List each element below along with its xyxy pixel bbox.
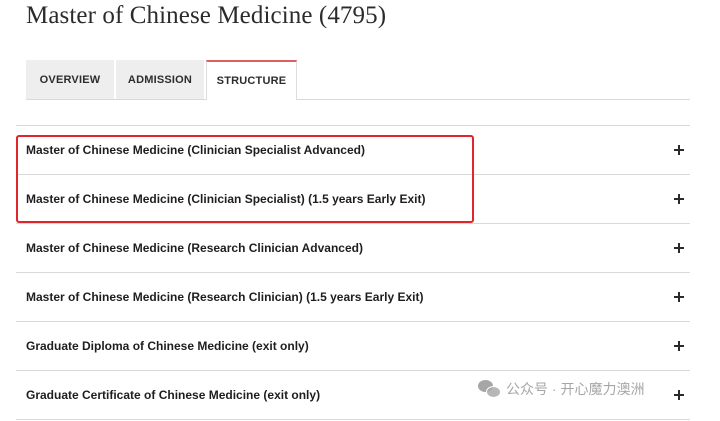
accordion-item-research-clinician-advanced[interactable]: Master of Chinese Medicine (Research Cli… bbox=[16, 224, 690, 273]
plus-icon[interactable] bbox=[674, 341, 684, 351]
plus-icon[interactable] bbox=[674, 390, 684, 400]
structure-accordion: Master of Chinese Medicine (Clinician Sp… bbox=[16, 125, 690, 420]
accordion-item-label: Graduate Certificate of Chinese Medicine… bbox=[26, 388, 321, 402]
accordion-item-label: Master of Chinese Medicine (Clinician Sp… bbox=[26, 143, 365, 157]
accordion-item-label: Master of Chinese Medicine (Research Cli… bbox=[26, 290, 424, 304]
page-title: Master of Chinese Medicine (4795) bbox=[26, 2, 387, 29]
plus-icon[interactable] bbox=[674, 292, 684, 302]
accordion-item-graduate-certificate[interactable]: Graduate Certificate of Chinese Medicine… bbox=[16, 371, 690, 420]
tab-bar: OVERVIEW ADMISSION STRUCTURE bbox=[26, 60, 690, 100]
accordion-item-research-clinician-early-exit[interactable]: Master of Chinese Medicine (Research Cli… bbox=[16, 273, 690, 322]
accordion-item-label: Graduate Diploma of Chinese Medicine (ex… bbox=[26, 339, 309, 353]
accordion-item-graduate-diploma[interactable]: Graduate Diploma of Chinese Medicine (ex… bbox=[16, 322, 690, 371]
plus-icon[interactable] bbox=[674, 145, 684, 155]
accordion-item-label: Master of Chinese Medicine (Clinician Sp… bbox=[26, 192, 426, 206]
accordion-item-clinician-specialist-advanced[interactable]: Master of Chinese Medicine (Clinician Sp… bbox=[16, 126, 690, 175]
accordion-item-label: Master of Chinese Medicine (Research Cli… bbox=[26, 241, 363, 255]
tab-structure[interactable]: STRUCTURE bbox=[206, 60, 297, 100]
plus-icon[interactable] bbox=[674, 194, 684, 204]
tab-overview[interactable]: OVERVIEW bbox=[26, 60, 114, 99]
tab-admission[interactable]: ADMISSION bbox=[116, 60, 204, 99]
accordion-item-clinician-specialist-early-exit[interactable]: Master of Chinese Medicine (Clinician Sp… bbox=[16, 175, 690, 224]
plus-icon[interactable] bbox=[674, 243, 684, 253]
